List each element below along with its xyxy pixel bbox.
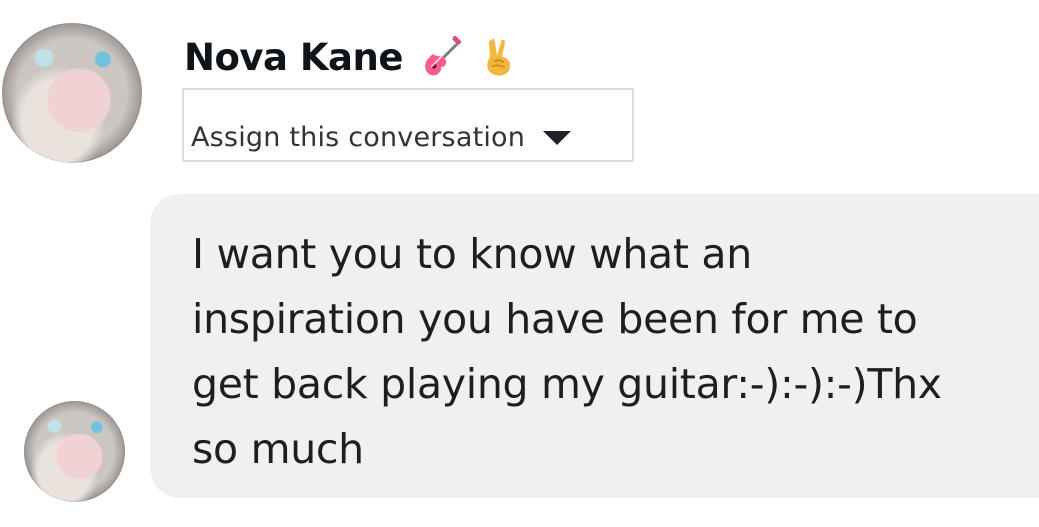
conversation-header: Nova Kane [184, 30, 519, 84]
message-text: I want you to know what an inspiration y… [192, 230, 942, 473]
sender-name[interactable]: Nova Kane [184, 39, 403, 76]
assign-conversation-label: Assign this conversation [191, 122, 526, 153]
message-bubble[interactable]: I want you to know what an inspiration y… [150, 194, 1039, 498]
assign-conversation-dropdown[interactable]: Assign this conversation [182, 88, 634, 162]
victory-hand-icon [487, 38, 511, 76]
message-avatar[interactable] [24, 401, 125, 502]
chevron-down-icon [543, 131, 572, 145]
guitar-icon [425, 36, 461, 76]
sender-avatar[interactable] [2, 23, 142, 163]
